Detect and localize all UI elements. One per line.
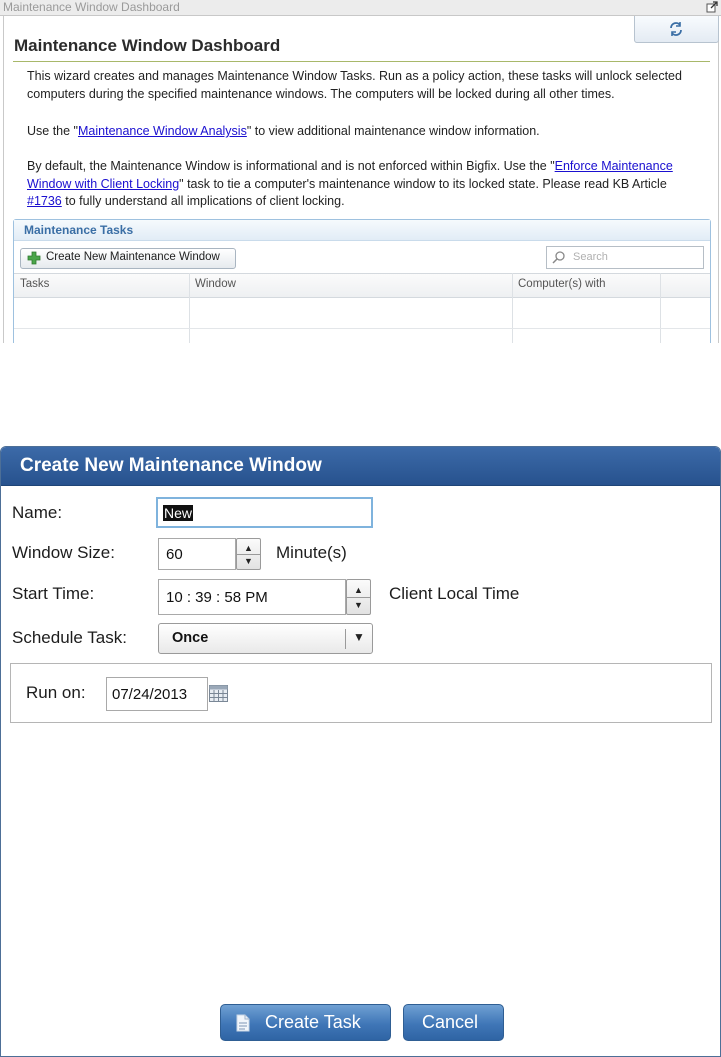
create-task-label: Create Task: [265, 1012, 361, 1032]
name-label: Name:: [12, 503, 63, 522]
intro-text: This wizard creates and manages Maintena…: [27, 69, 682, 101]
title-divider: [13, 61, 710, 62]
run-on-date-value: 07/24/2013: [112, 686, 188, 703]
page-title: Maintenance Window Dashboard: [14, 36, 281, 55]
column-divider: [660, 273, 661, 343]
cancel-button[interactable]: Cancel: [403, 1004, 504, 1041]
column-header-tasks[interactable]: Tasks: [20, 278, 49, 290]
create-new-maintenance-window-button[interactable]: Create New Maintenance Window: [20, 248, 236, 269]
start-time-label: Start Time:: [12, 584, 95, 603]
cancel-label: Cancel: [422, 1012, 479, 1032]
schedule-task-label: Schedule Task:: [12, 628, 127, 647]
refresh-icon: [670, 22, 682, 36]
tasks-panel-header: Maintenance Tasks: [14, 220, 710, 241]
plus-icon: [27, 251, 41, 265]
arrow-up-icon[interactable]: ▲: [244, 544, 253, 553]
dialog-titlebar: Create New Maintenance Window: [1, 447, 720, 486]
tasks-panel-title: Maintenance Tasks: [24, 223, 134, 237]
name-value: New: [163, 505, 194, 521]
analysis-suffix: " to view additional maintenance window …: [246, 124, 540, 138]
analysis-text: Use the "Maintenance Window Analysis" to…: [27, 123, 697, 141]
start-time-value: 10 : 39 : 58 PM: [166, 589, 268, 606]
default-prefix: By default, the Maintenance Window is in…: [27, 159, 555, 173]
refresh-button[interactable]: [634, 16, 719, 43]
maintenance-window-analysis-link[interactable]: Maintenance Window Analysis: [78, 124, 247, 138]
window-size-stepper[interactable]: ▲ ▼: [236, 538, 261, 570]
schedule-task-value: Once: [172, 630, 209, 646]
schedule-task-select[interactable]: Once ▼: [158, 623, 373, 654]
window-size-value: 60: [166, 546, 183, 563]
dialog-title: Create New Maintenance Window: [20, 455, 322, 476]
create-task-button[interactable]: Create Task: [220, 1004, 391, 1041]
window-size-label: Window Size:: [12, 543, 115, 562]
start-time-stepper[interactable]: ▲ ▼: [346, 579, 371, 615]
search-icon: [552, 251, 565, 264]
start-time-input[interactable]: 10 : 39 : 58 PM: [158, 579, 346, 615]
column-divider: [512, 273, 513, 343]
column-header-window[interactable]: Window: [195, 278, 236, 290]
default-suffix: to fully understand all implications of …: [61, 194, 345, 208]
arrow-down-icon[interactable]: ▼: [354, 601, 363, 610]
chevron-down-icon[interactable]: ▼: [353, 630, 365, 644]
maintenance-tasks-panel: Maintenance Tasks Create New Maintenance…: [13, 219, 711, 343]
create-button-label: Create New Maintenance Window: [46, 251, 220, 263]
column-divider: [189, 273, 190, 343]
run-on-label: Run on:: [26, 683, 86, 702]
arrow-up-icon[interactable]: ▲: [354, 586, 363, 595]
select-divider: [345, 629, 346, 649]
document-icon: [236, 1014, 250, 1032]
dashboard-panel: Maintenance Window Dashboard Maintenance…: [0, 0, 721, 343]
dashboard-titlebar: Maintenance Window Dashboard: [0, 0, 721, 16]
client-locking-text: By default, the Maintenance Window is in…: [27, 158, 697, 211]
arrow-down-icon[interactable]: ▼: [244, 557, 253, 566]
search-placeholder: Search: [573, 251, 608, 263]
analysis-prefix: Use the ": [27, 124, 78, 138]
create-maintenance-window-dialog: Create New Maintenance Window Name: New …: [0, 446, 721, 1057]
window-size-unit: Minute(s): [276, 543, 347, 562]
calendar-icon[interactable]: [209, 685, 228, 702]
default-middle: " task to tie a computer's maintenance w…: [179, 176, 667, 191]
column-header-computers[interactable]: Computer(s) with: [518, 278, 606, 290]
search-input[interactable]: Search: [546, 246, 704, 269]
stepper-divider: [347, 597, 370, 598]
tasks-table-header: Tasks Window Computer(s) with: [14, 273, 710, 298]
dashboard-window-title: Maintenance Window Dashboard: [3, 0, 180, 14]
window-size-input[interactable]: 60: [158, 538, 236, 570]
stepper-divider: [237, 554, 260, 555]
client-local-time-label: Client Local Time: [389, 584, 520, 603]
run-on-date-input[interactable]: 07/24/2013: [106, 677, 208, 711]
kb-article-link[interactable]: #1736: [27, 194, 62, 208]
popout-icon[interactable]: [706, 1, 718, 13]
table-row: [14, 328, 710, 329]
name-input[interactable]: New: [156, 497, 373, 528]
